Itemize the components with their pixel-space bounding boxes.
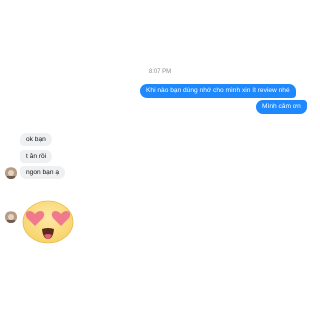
- user-avatar-icon: [5, 168, 17, 179]
- incoming-message[interactable]: t ăn rồi: [20, 150, 53, 163]
- incoming-message[interactable]: ngon bạn ạ: [20, 166, 66, 179]
- sender-avatar[interactable]: [5, 167, 17, 179]
- user-avatar-icon: [5, 212, 17, 223]
- heart-eyes-emoji-icon[interactable]: [21, 198, 75, 244]
- outgoing-message[interactable]: Mình cảm ơn: [256, 100, 307, 114]
- timestamp: 8:07 PM: [148, 69, 172, 75]
- incoming-message[interactable]: ok bạn: [20, 133, 52, 146]
- outgoing-message[interactable]: Khi nào bạn dùng nhớ cho mình xin ít rev…: [140, 84, 296, 98]
- sender-avatar[interactable]: [5, 211, 17, 223]
